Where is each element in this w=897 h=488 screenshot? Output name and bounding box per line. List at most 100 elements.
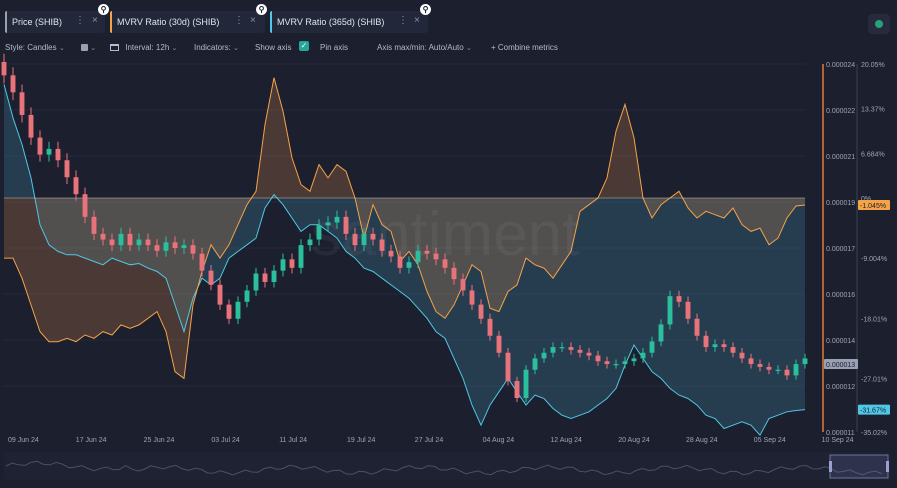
candle: [109, 239, 115, 246]
candle: [442, 259, 448, 268]
candle: [253, 273, 259, 291]
candle: [451, 267, 457, 280]
candle: [541, 352, 547, 359]
candle: [118, 233, 124, 246]
x-tick-label: 25 Jun 24: [144, 437, 175, 444]
price-tick-label: 0.000012: [826, 384, 855, 391]
candle: [163, 242, 169, 251]
candle: [361, 233, 367, 246]
candle: [496, 335, 502, 353]
candle: [613, 364, 619, 366]
candle: [406, 262, 412, 268]
x-tick-label: 09 Jun 24: [8, 437, 39, 444]
candle: [559, 347, 565, 349]
candle: [568, 347, 574, 350]
candle: [46, 148, 52, 155]
candle: [307, 239, 313, 246]
price-tick-label: 0.000024: [826, 62, 855, 69]
candle: [577, 349, 583, 353]
candle: [784, 369, 790, 376]
candle: [757, 364, 763, 367]
candle: [1, 61, 7, 76]
price-tick-label: 0.000019: [826, 200, 855, 207]
candle: [370, 233, 376, 240]
candle: [703, 335, 709, 348]
candle: [91, 216, 97, 234]
mvrv-30d-current-label: -1.045%: [860, 203, 886, 210]
candle: [325, 222, 331, 226]
candle: [415, 250, 421, 263]
candle: [505, 352, 511, 382]
candle: [802, 358, 808, 365]
x-tick-label: 12 Aug 24: [550, 437, 582, 444]
candle: [595, 355, 601, 362]
candle: [433, 253, 439, 260]
candle: [226, 304, 232, 319]
price-tick-label: 0.000017: [826, 246, 855, 253]
candle: [298, 245, 304, 268]
candle: [667, 296, 673, 325]
candle: [100, 233, 106, 240]
candle: [694, 318, 700, 336]
candle: [244, 290, 250, 302]
candle: [127, 233, 133, 246]
candle: [586, 352, 592, 356]
candle: [793, 364, 799, 376]
candle: [388, 250, 394, 257]
candle: [73, 177, 79, 195]
candle: [37, 137, 43, 155]
price-mvrv-chart[interactable]: santiment0.0000240.0000220.0000210.00001…: [0, 0, 897, 488]
current-price-label: 0.000013: [826, 362, 855, 369]
x-tick-label: 20 Aug 24: [618, 437, 650, 444]
candle: [136, 239, 142, 246]
candle: [460, 279, 466, 291]
candle: [190, 245, 196, 254]
candle: [19, 92, 25, 115]
price-tick-label: 0.000011: [826, 430, 855, 437]
candle: [766, 366, 772, 370]
candle: [379, 239, 385, 251]
candle: [748, 358, 754, 365]
candle: [523, 369, 529, 399]
price-tick-label: 0.000016: [826, 292, 855, 299]
candle: [649, 341, 655, 353]
candle: [280, 259, 286, 271]
candle: [712, 344, 718, 348]
candle: [469, 290, 475, 305]
candle: [397, 256, 403, 268]
mvrv-tick-label: -35.02%: [861, 430, 887, 437]
candle: [676, 296, 682, 302]
candle: [424, 250, 430, 254]
candle: [28, 114, 34, 138]
candle: [199, 253, 205, 271]
candle: [721, 344, 727, 348]
x-tick-label: 05 Sep 24: [754, 437, 786, 444]
candle: [685, 301, 691, 319]
candle: [316, 225, 322, 240]
candle: [10, 75, 16, 93]
mvrv-tick-label: 13.37%: [861, 107, 885, 114]
candle: [271, 270, 277, 282]
overview-handle-left: [829, 461, 832, 472]
x-tick-label: 27 Jul 24: [415, 437, 444, 444]
x-tick-label: 11 Jul 24: [279, 437, 307, 444]
candle: [217, 284, 223, 305]
overview-navigator: [4, 452, 890, 480]
candle: [775, 369, 781, 371]
candle: [640, 352, 646, 359]
candle: [172, 242, 178, 248]
candle: [352, 233, 358, 246]
mvrv-tick-label: 6.684%: [861, 151, 885, 158]
candle: [235, 301, 241, 319]
candle: [208, 270, 214, 285]
candle: [82, 194, 88, 217]
mvrv-tick-label: -27.01%: [861, 376, 887, 383]
x-tick-label: 28 Aug 24: [686, 437, 718, 444]
mvrv-tick-label: -9.004%: [861, 256, 887, 263]
candle: [739, 352, 745, 359]
overview-selection: [829, 454, 889, 479]
candle: [514, 381, 520, 399]
candle: [631, 358, 637, 362]
candle: [64, 160, 70, 178]
candle: [604, 361, 610, 365]
